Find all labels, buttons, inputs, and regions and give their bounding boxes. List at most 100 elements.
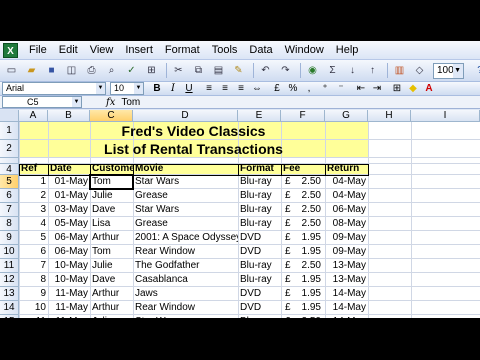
cell-customer[interactable]: Lisa <box>90 217 133 231</box>
underline-icon[interactable]: U <box>182 82 196 95</box>
cell-customer[interactable]: Dave <box>90 203 133 217</box>
cell-format[interactable]: DVD <box>238 301 281 315</box>
align-center-icon[interactable]: ≡ <box>218 82 232 95</box>
cell-movie[interactable]: 2001: A Space Odyssey <box>133 231 238 245</box>
chevron-down-icon[interactable]: ▼ <box>134 83 143 94</box>
cell-date[interactable]: 11-May <box>48 287 90 301</box>
cell-movie[interactable]: Grease <box>133 189 238 203</box>
row-header[interactable]: 12 <box>0 273 19 287</box>
sort-descending-icon[interactable]: ↑ <box>364 62 381 79</box>
comma-style-icon[interactable]: , <box>302 82 316 95</box>
column-header[interactable]: F <box>281 110 325 122</box>
excel-icon[interactable]: X <box>3 42 18 58</box>
increase-indent-icon[interactable]: ⇥ <box>370 82 384 95</box>
column-header[interactable]: H <box>368 110 411 122</box>
menu-format[interactable]: Format <box>159 44 206 56</box>
paste-icon[interactable]: ▤ <box>210 62 227 79</box>
decrease-decimal-icon[interactable]: ⁻ <box>334 82 348 95</box>
format-painter-icon[interactable]: ✎ <box>230 62 247 79</box>
menu-insert[interactable]: Insert <box>119 44 159 56</box>
column-header[interactable]: A <box>19 110 48 122</box>
column-header[interactable]: G <box>325 110 368 122</box>
column-label-return[interactable]: Return <box>325 162 368 176</box>
sort-ascending-icon[interactable]: ↓ <box>344 62 361 79</box>
cut-icon[interactable]: ✂ <box>170 62 187 79</box>
cell-return[interactable]: 13-May <box>325 273 368 287</box>
cell-movie[interactable]: Jaws <box>133 287 238 301</box>
menu-help[interactable]: Help <box>330 44 365 56</box>
cell-date[interactable]: 01-May <box>48 189 90 203</box>
row-header[interactable]: 9 <box>0 231 19 245</box>
menu-window[interactable]: Window <box>279 44 330 56</box>
cell-return[interactable]: 09-May <box>325 231 368 245</box>
cell-date[interactable]: 06-May <box>48 231 90 245</box>
italic-icon[interactable]: I <box>166 82 180 95</box>
align-right-icon[interactable]: ≡ <box>234 82 248 95</box>
column-label-ref[interactable]: Ref <box>19 162 48 176</box>
row-header[interactable]: 14 <box>0 301 19 315</box>
chevron-down-icon[interactable]: ▼ <box>452 63 463 78</box>
cell-format[interactable]: DVD <box>238 231 281 245</box>
cell-return[interactable]: 13-May <box>325 259 368 273</box>
worksheet-grid[interactable]: ABCDEFGHI1245678910111213141516Fred's Vi… <box>0 110 480 318</box>
cell-movie[interactable]: Star Wars <box>133 175 238 189</box>
row-header[interactable]: 7 <box>0 203 19 217</box>
chevron-down-icon[interactable]: ▼ <box>96 83 105 94</box>
menu-file[interactable]: File <box>23 44 53 56</box>
cell-format[interactable]: Blu-ray <box>238 217 281 231</box>
currency-icon[interactable]: £ <box>270 82 284 95</box>
cell-ref[interactable]: 10 <box>19 301 48 315</box>
font-name-box[interactable]: Arial ▼ <box>2 82 106 95</box>
menu-data[interactable]: Data <box>243 44 278 56</box>
cell-date[interactable]: 06-May <box>48 245 90 259</box>
undo-icon[interactable]: ↶ <box>257 62 274 79</box>
merge-center-icon[interactable]: ⇔ <box>250 82 264 95</box>
align-left-icon[interactable]: ≡ <box>202 82 216 95</box>
percent-icon[interactable]: % <box>286 82 300 95</box>
name-box[interactable]: C5 ▼ <box>2 96 82 108</box>
chart-wizard-icon[interactable]: ▥ <box>391 62 408 79</box>
row-header[interactable]: 6 <box>0 189 19 203</box>
drawing-icon[interactable]: ◇ <box>411 62 428 79</box>
cell-customer[interactable]: Arthur <box>90 301 133 315</box>
font-color-icon[interactable]: A <box>422 82 436 95</box>
cell-customer[interactable]: Dave <box>90 273 133 287</box>
fill-color-icon[interactable]: ◆ <box>406 82 420 95</box>
open-icon[interactable]: ▰ <box>23 62 40 79</box>
cell-return[interactable]: 06-May <box>325 203 368 217</box>
column-header[interactable]: D <box>133 110 238 122</box>
cell-date[interactable]: 10-May <box>48 273 90 287</box>
increase-decimal-icon[interactable]: ⁺ <box>318 82 332 95</box>
print-preview-icon[interactable]: ⌕ <box>103 62 120 79</box>
copy-icon[interactable]: ⧉ <box>190 62 207 79</box>
cell-ref[interactable]: 3 <box>19 203 48 217</box>
permission-icon[interactable]: ◫ <box>63 62 80 79</box>
cell-ref[interactable]: 9 <box>19 287 48 301</box>
hyperlink-icon[interactable]: ◉ <box>304 62 321 79</box>
cell-return[interactable]: 04-May <box>325 175 368 189</box>
cell-date[interactable]: 11-May <box>48 301 90 315</box>
spelling-icon[interactable]: ✓ <box>123 62 140 79</box>
cell-ref[interactable]: 8 <box>19 273 48 287</box>
help-icon[interactable]: ? <box>472 62 480 79</box>
cell-movie[interactable]: Rear Window <box>133 301 238 315</box>
cell-movie[interactable]: Star Wars <box>133 203 238 217</box>
cell-format[interactable]: Blu-ray <box>238 189 281 203</box>
column-header[interactable]: B <box>48 110 90 122</box>
cell-format[interactable]: Blu-ray <box>238 259 281 273</box>
cell-date[interactable]: 03-May <box>48 203 90 217</box>
column-header[interactable]: I <box>411 110 480 122</box>
row-header[interactable]: 1 <box>0 122 19 140</box>
row-header[interactable]: 13 <box>0 287 19 301</box>
cell-return[interactable]: 14-May <box>325 287 368 301</box>
font-size-box[interactable]: 10 ▼ <box>110 82 144 95</box>
cell-format[interactable]: DVD <box>238 287 281 301</box>
column-header[interactable]: E <box>238 110 281 122</box>
fx-icon[interactable]: fx <box>106 97 115 108</box>
cell-format[interactable]: Blu-ray <box>238 175 281 189</box>
menu-view[interactable]: View <box>84 44 120 56</box>
autosum-icon[interactable]: Σ <box>324 62 341 79</box>
cell-customer[interactable]: Julie <box>90 189 133 203</box>
column-label-movie[interactable]: Movie <box>133 162 238 176</box>
cell-format[interactable]: Blu-ray <box>238 203 281 217</box>
